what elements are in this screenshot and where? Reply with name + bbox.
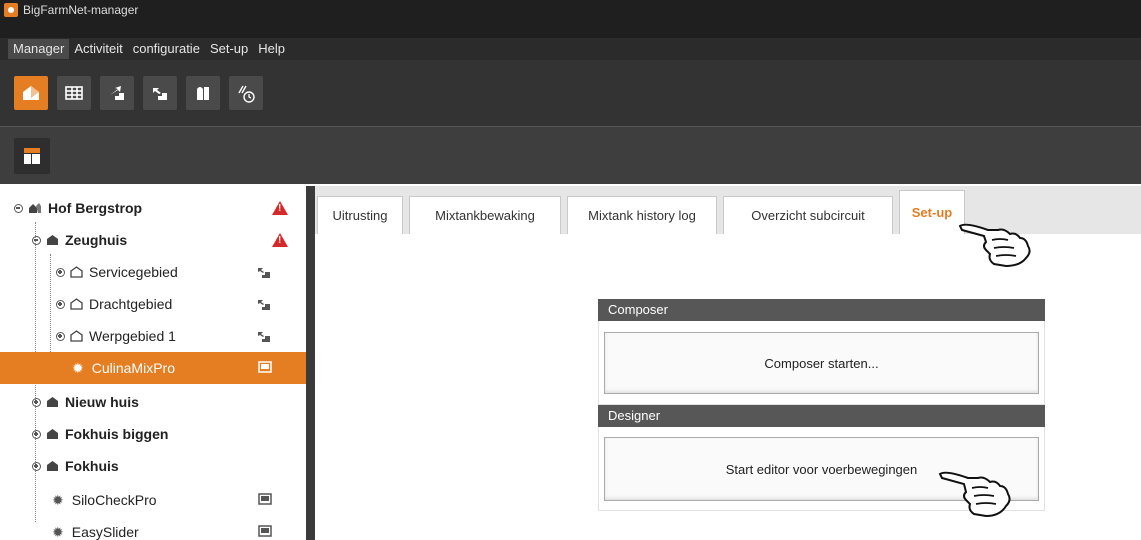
grid-icon	[65, 86, 83, 100]
tree-item-hof-bergstrop[interactable]: Hof Bergstrop	[0, 192, 306, 224]
house-filled-icon	[47, 429, 58, 439]
tree-label: Werpgebied 1	[89, 328, 176, 344]
splitter[interactable]	[306, 186, 315, 540]
tab-setup[interactable]: Set-up	[899, 190, 965, 234]
composer-header: Composer	[598, 299, 1045, 321]
stairs-down-icon	[258, 332, 270, 342]
tree-item-fokhuis[interactable]: Fokhuis	[0, 450, 306, 482]
menu-activiteit[interactable]: Activiteit	[69, 39, 127, 59]
composer-start-button[interactable]: Composer starten...	[604, 332, 1039, 394]
tab-mixtankbewaking[interactable]: Mixtankbewaking	[409, 196, 561, 234]
house-filled-icon	[47, 397, 58, 407]
designer-header: Designer	[598, 405, 1045, 427]
home-icon	[23, 86, 39, 100]
expand-icon	[56, 331, 65, 341]
tree-label: Fokhuis	[65, 458, 119, 474]
location-tree: Hof Bergstrop Zeughuis Servicegebied Dra…	[0, 186, 306, 540]
gear-icon: ✹	[52, 523, 64, 540]
house-outline-icon	[70, 298, 83, 310]
menu-manager[interactable]: Manager	[8, 39, 70, 59]
tree-item-fokhuis-biggen[interactable]: Fokhuis biggen	[0, 418, 306, 450]
collapse-icon	[14, 203, 23, 213]
farm-icon	[29, 203, 41, 213]
tree-label: CulinaMixPro	[91, 360, 175, 376]
menu-help[interactable]: Help	[253, 39, 290, 59]
title-bar: BigFarmNet-manager	[0, 0, 1141, 20]
house-filled-icon	[47, 461, 58, 471]
home-button[interactable]	[14, 76, 48, 110]
tree-label: Fokhuis biggen	[65, 426, 169, 442]
stairs-up-icon	[110, 86, 124, 100]
house-outline-icon	[70, 330, 83, 342]
window-title: BigFarmNet-manager	[23, 3, 139, 17]
monitor-icon	[258, 361, 272, 373]
house-outline-icon	[70, 266, 83, 278]
feed-clock-icon	[238, 85, 255, 103]
tree-label: Zeughuis	[65, 232, 128, 248]
main-toolbar	[0, 60, 1141, 126]
feed-clock-button[interactable]	[229, 76, 263, 110]
tree-label: SiloCheckPro	[71, 492, 157, 508]
app-logo-icon	[4, 3, 18, 17]
tab-overzicht-subcircuit[interactable]: Overzicht subcircuit	[723, 196, 893, 234]
monitor-icon	[258, 493, 272, 505]
tree-label: Drachtgebied	[89, 296, 173, 312]
collapse-icon	[32, 235, 41, 245]
stairs-down-button[interactable]	[143, 76, 177, 110]
stairs-up-button[interactable]	[100, 76, 134, 110]
expand-icon	[32, 397, 41, 407]
tree-item-servicegebied[interactable]: Servicegebied	[0, 256, 306, 288]
expand-icon	[32, 429, 41, 439]
secondary-toolbar	[0, 126, 1141, 184]
warning-icon	[272, 233, 288, 247]
house-filled-icon	[47, 235, 58, 245]
gear-icon: ✹	[72, 359, 84, 376]
silo-button[interactable]	[186, 76, 220, 110]
expand-icon	[56, 267, 65, 277]
tree-item-easyslider[interactable]: ✹ EasySlider	[0, 516, 306, 540]
tree-item-culinamixpro[interactable]: ✹ CulinaMixPro	[0, 352, 306, 384]
tree-label: EasySlider	[71, 524, 139, 540]
menu-bar: Manager Activiteit configuratie Set-up H…	[0, 20, 1141, 60]
tree-item-zeughuis[interactable]: Zeughuis	[0, 224, 306, 256]
tree-item-silocheckpro[interactable]: ✹ SiloCheckPro	[0, 484, 306, 516]
tree-label: Nieuw huis	[65, 394, 139, 410]
warning-icon	[272, 201, 288, 215]
menu-setup[interactable]: Set-up	[205, 39, 253, 59]
grid-button[interactable]	[57, 76, 91, 110]
tree-label: Servicegebied	[89, 264, 178, 280]
expand-icon	[56, 299, 65, 309]
tree-item-werpgebied[interactable]: Werpgebied 1	[0, 320, 306, 352]
layout-icon	[24, 147, 40, 164]
tab-uitrusting[interactable]: Uitrusting	[317, 196, 403, 234]
gear-icon: ✹	[52, 491, 64, 508]
menu-configuratie[interactable]: configuratie	[128, 39, 205, 59]
tree-item-drachtgebied[interactable]: Drachtgebied	[0, 288, 306, 320]
stairs-down-icon	[258, 300, 270, 310]
stairs-down-icon	[153, 88, 167, 100]
tab-mixtank-history-log[interactable]: Mixtank history log	[567, 196, 717, 234]
tree-label: Hof Bergstrop	[48, 200, 143, 216]
pointing-hand-icon	[958, 223, 1031, 268]
pointing-hand-icon	[938, 471, 1011, 518]
expand-icon	[32, 461, 41, 471]
layout-button[interactable]	[14, 137, 50, 174]
stairs-down-icon	[258, 268, 270, 278]
tree-item-nieuw-huis[interactable]: Nieuw huis	[0, 386, 306, 418]
silo-icon	[197, 87, 209, 100]
monitor-icon	[258, 525, 272, 537]
